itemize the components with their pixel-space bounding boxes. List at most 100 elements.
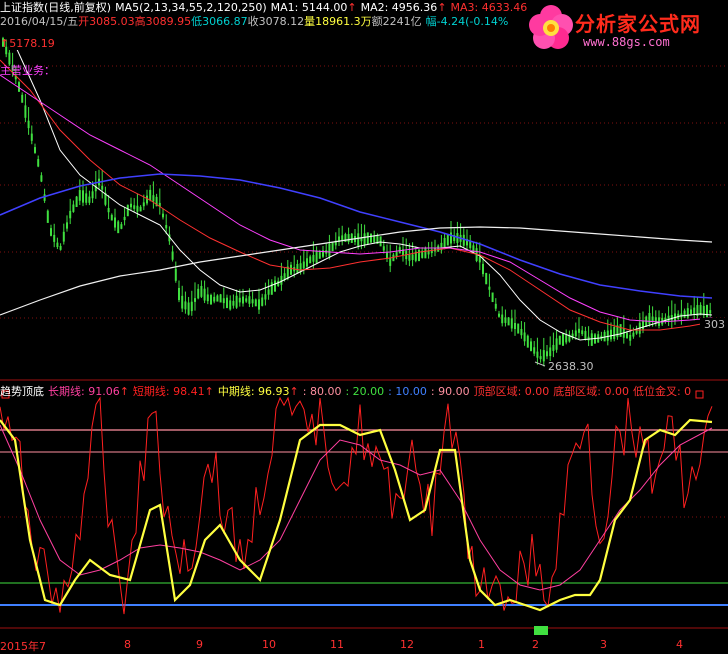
candle-body	[194, 298, 196, 302]
candle-body	[261, 297, 264, 306]
candle-body	[142, 202, 145, 207]
candle-body	[75, 196, 78, 208]
candle-body	[123, 216, 126, 221]
indicator-name[interactable]: 趋势顶底	[0, 385, 44, 398]
logo-text: 分析家公式网	[575, 12, 701, 36]
candle-body	[558, 335, 561, 345]
candle-body	[536, 351, 539, 358]
candle-body	[213, 296, 216, 302]
candle-body	[24, 105, 27, 118]
candle-body	[485, 272, 488, 285]
candle-body	[648, 313, 651, 325]
candle-body	[40, 175, 43, 182]
short-line-value: 短期线: 98.41	[132, 385, 205, 398]
candle-body	[670, 315, 673, 321]
candle-body	[107, 207, 110, 213]
top-signal-icon	[695, 390, 704, 399]
x-axis-label: 2015年7	[0, 640, 46, 653]
candle-body	[584, 330, 587, 340]
x-axis-label: 9	[196, 638, 203, 651]
x-axis-label: 3	[600, 638, 607, 651]
candle-body	[478, 256, 481, 263]
ma3-value: MA3: 4633.46	[450, 1, 528, 14]
candle-body	[91, 191, 94, 199]
low-golden-cross-value: 低位金叉: 0	[632, 385, 692, 398]
candle-body	[232, 300, 235, 306]
candle-body	[382, 246, 385, 251]
candle-body	[706, 305, 708, 318]
candle-body	[136, 205, 139, 212]
main-business-label[interactable]: 主营业务：	[0, 62, 55, 78]
level-80-value: : 80.00	[302, 385, 342, 398]
candle-body	[280, 275, 283, 285]
candle-body	[245, 298, 248, 302]
bar-open: 开3085.03	[78, 15, 135, 28]
ma2-value: MA2: 4956.36	[360, 1, 438, 14]
candle-body	[59, 245, 62, 250]
candle-body	[555, 338, 558, 350]
candle-body	[632, 332, 635, 337]
candle-body	[274, 280, 276, 292]
candle-body	[488, 286, 491, 290]
candle-body	[146, 195, 148, 204]
candle-body	[190, 301, 193, 312]
x-axis-label: 4	[676, 638, 683, 651]
x-axis-label: 1	[478, 638, 485, 651]
candle-body	[424, 248, 427, 259]
candle-body	[530, 341, 532, 352]
candle-body	[366, 232, 369, 245]
candle-body	[613, 326, 616, 339]
candle-body	[418, 249, 420, 262]
candle-body	[309, 256, 312, 264]
candle-body	[501, 314, 504, 324]
candle-body	[494, 303, 497, 309]
candle-body	[238, 297, 241, 303]
x-axis-label: 8	[124, 638, 131, 651]
chart-canvas[interactable]: 303 2638.30	[0, 0, 728, 651]
candle-body	[222, 298, 225, 304]
bar-volume: 量18961.3万	[304, 15, 372, 28]
candle-body	[101, 185, 104, 190]
candle-body	[408, 254, 411, 261]
candle-body	[50, 228, 52, 236]
candle-body	[539, 356, 542, 360]
candle-body	[526, 335, 529, 348]
candle-body	[226, 297, 228, 309]
candle-body	[110, 214, 113, 221]
candle-body	[69, 210, 72, 219]
high-price-marker: ↑5178.19	[0, 37, 55, 50]
bar-close: 收3078.12	[247, 15, 305, 28]
candle-body	[165, 225, 168, 229]
candle-body	[523, 332, 526, 342]
header-row-2: 2016/04/15/五开3085.03高3089.95低3066.87收307…	[0, 15, 512, 28]
top-zone-value: 顶部区域: 0.00	[473, 385, 550, 398]
candle-body	[578, 328, 580, 333]
candle-body	[78, 190, 81, 201]
candle-body	[574, 330, 577, 337]
candle-body	[510, 318, 513, 329]
candle-body	[504, 317, 507, 323]
candle-body	[37, 159, 40, 167]
candle-body	[254, 299, 257, 307]
candle-body	[46, 210, 49, 223]
candle-body	[174, 268, 177, 281]
candle-body	[610, 329, 612, 340]
candle-body	[181, 295, 184, 309]
candle-body	[318, 251, 321, 259]
ma1-value: MA1: 5144.00	[270, 1, 348, 14]
flower-logo-icon	[529, 5, 573, 49]
candle-body	[72, 204, 75, 212]
candle-body	[162, 213, 164, 218]
candle-body	[219, 294, 222, 303]
candle-body	[683, 310, 686, 318]
candle-body	[85, 193, 88, 203]
bar-date: 2016/04/15/五	[0, 15, 79, 28]
candle-body	[56, 242, 59, 247]
candle-body	[606, 330, 609, 341]
mid-arrow-icon: ↑	[289, 385, 299, 398]
header-row-1: 上证指数(日线,前复权) MA5(2,13,34,55,2,120,250) MA1…	[0, 1, 531, 14]
x-axis-label: 11	[330, 638, 344, 651]
indicator-header: 趋势顶底 长期线: 91.06↑ 短期线: 98.41↑ 中期线: 96.93↑: 8…	[0, 385, 695, 398]
candle-body	[347, 234, 350, 242]
candle-body	[251, 299, 254, 304]
